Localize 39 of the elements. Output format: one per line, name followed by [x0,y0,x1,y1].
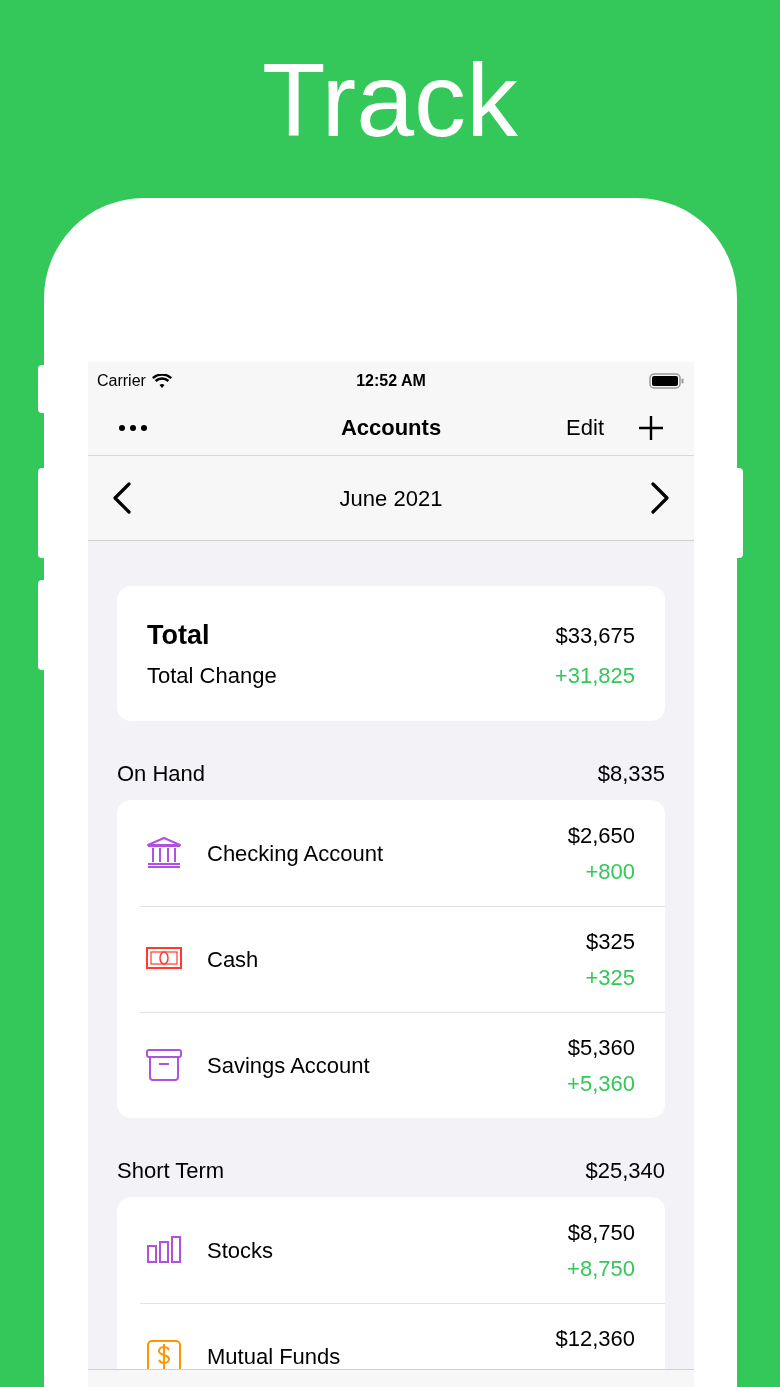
more-icon[interactable] [118,423,148,432]
account-change: +5,360 [567,1070,635,1098]
total-change: +31,825 [554,662,635,691]
account-name: Checking Account [207,839,384,868]
account-amount: $12,360 [555,1325,635,1353]
screen-title: Accounts [340,414,442,442]
add-icon[interactable] [638,414,664,441]
section-title: Short Term [117,1157,225,1185]
section-total: $8,335 [597,760,665,788]
account-amount: $8,750 [567,1219,635,1247]
account-row[interactable]: Mutual Funds $12,360 [117,1303,665,1369]
account-change: +800 [585,858,635,886]
month-label: June 2021 [339,484,443,513]
account-name: Stocks [207,1236,274,1265]
account-amount: $325 [586,928,635,956]
battery-icon [649,373,685,389]
account-amount: $5,360 [567,1034,635,1062]
account-row[interactable]: Stocks $8,750 +8,750 [117,1197,665,1303]
account-row[interactable]: Savings Account $5,360 +5,360 [117,1012,665,1118]
account-name: Savings Account [207,1051,370,1080]
account-row[interactable]: Checking Account $2,650 +800 [117,800,665,906]
total-amount: $33,675 [555,621,635,650]
account-name: Cash [207,945,259,974]
account-amount: $2,650 [567,822,635,850]
headline: Track [260,41,520,160]
previous-month-icon[interactable] [112,482,132,514]
total-change-label: Total Change [147,662,277,691]
account-name: Mutual Funds [207,1342,341,1369]
next-month-icon[interactable] [650,482,670,514]
carrier-label: Carrier [97,371,146,391]
wifi-icon [151,373,172,389]
edit-button[interactable]: Edit [566,411,604,444]
section-title: On Hand [117,760,206,788]
section-total: $25,340 [585,1157,665,1185]
account-row[interactable]: Cash $325 +325 [117,906,665,1012]
account-change: +325 [585,964,635,992]
account-change: +8,750 [567,1255,635,1283]
clock: 12:52 AM [356,371,426,391]
total-title: Total [147,618,210,652]
